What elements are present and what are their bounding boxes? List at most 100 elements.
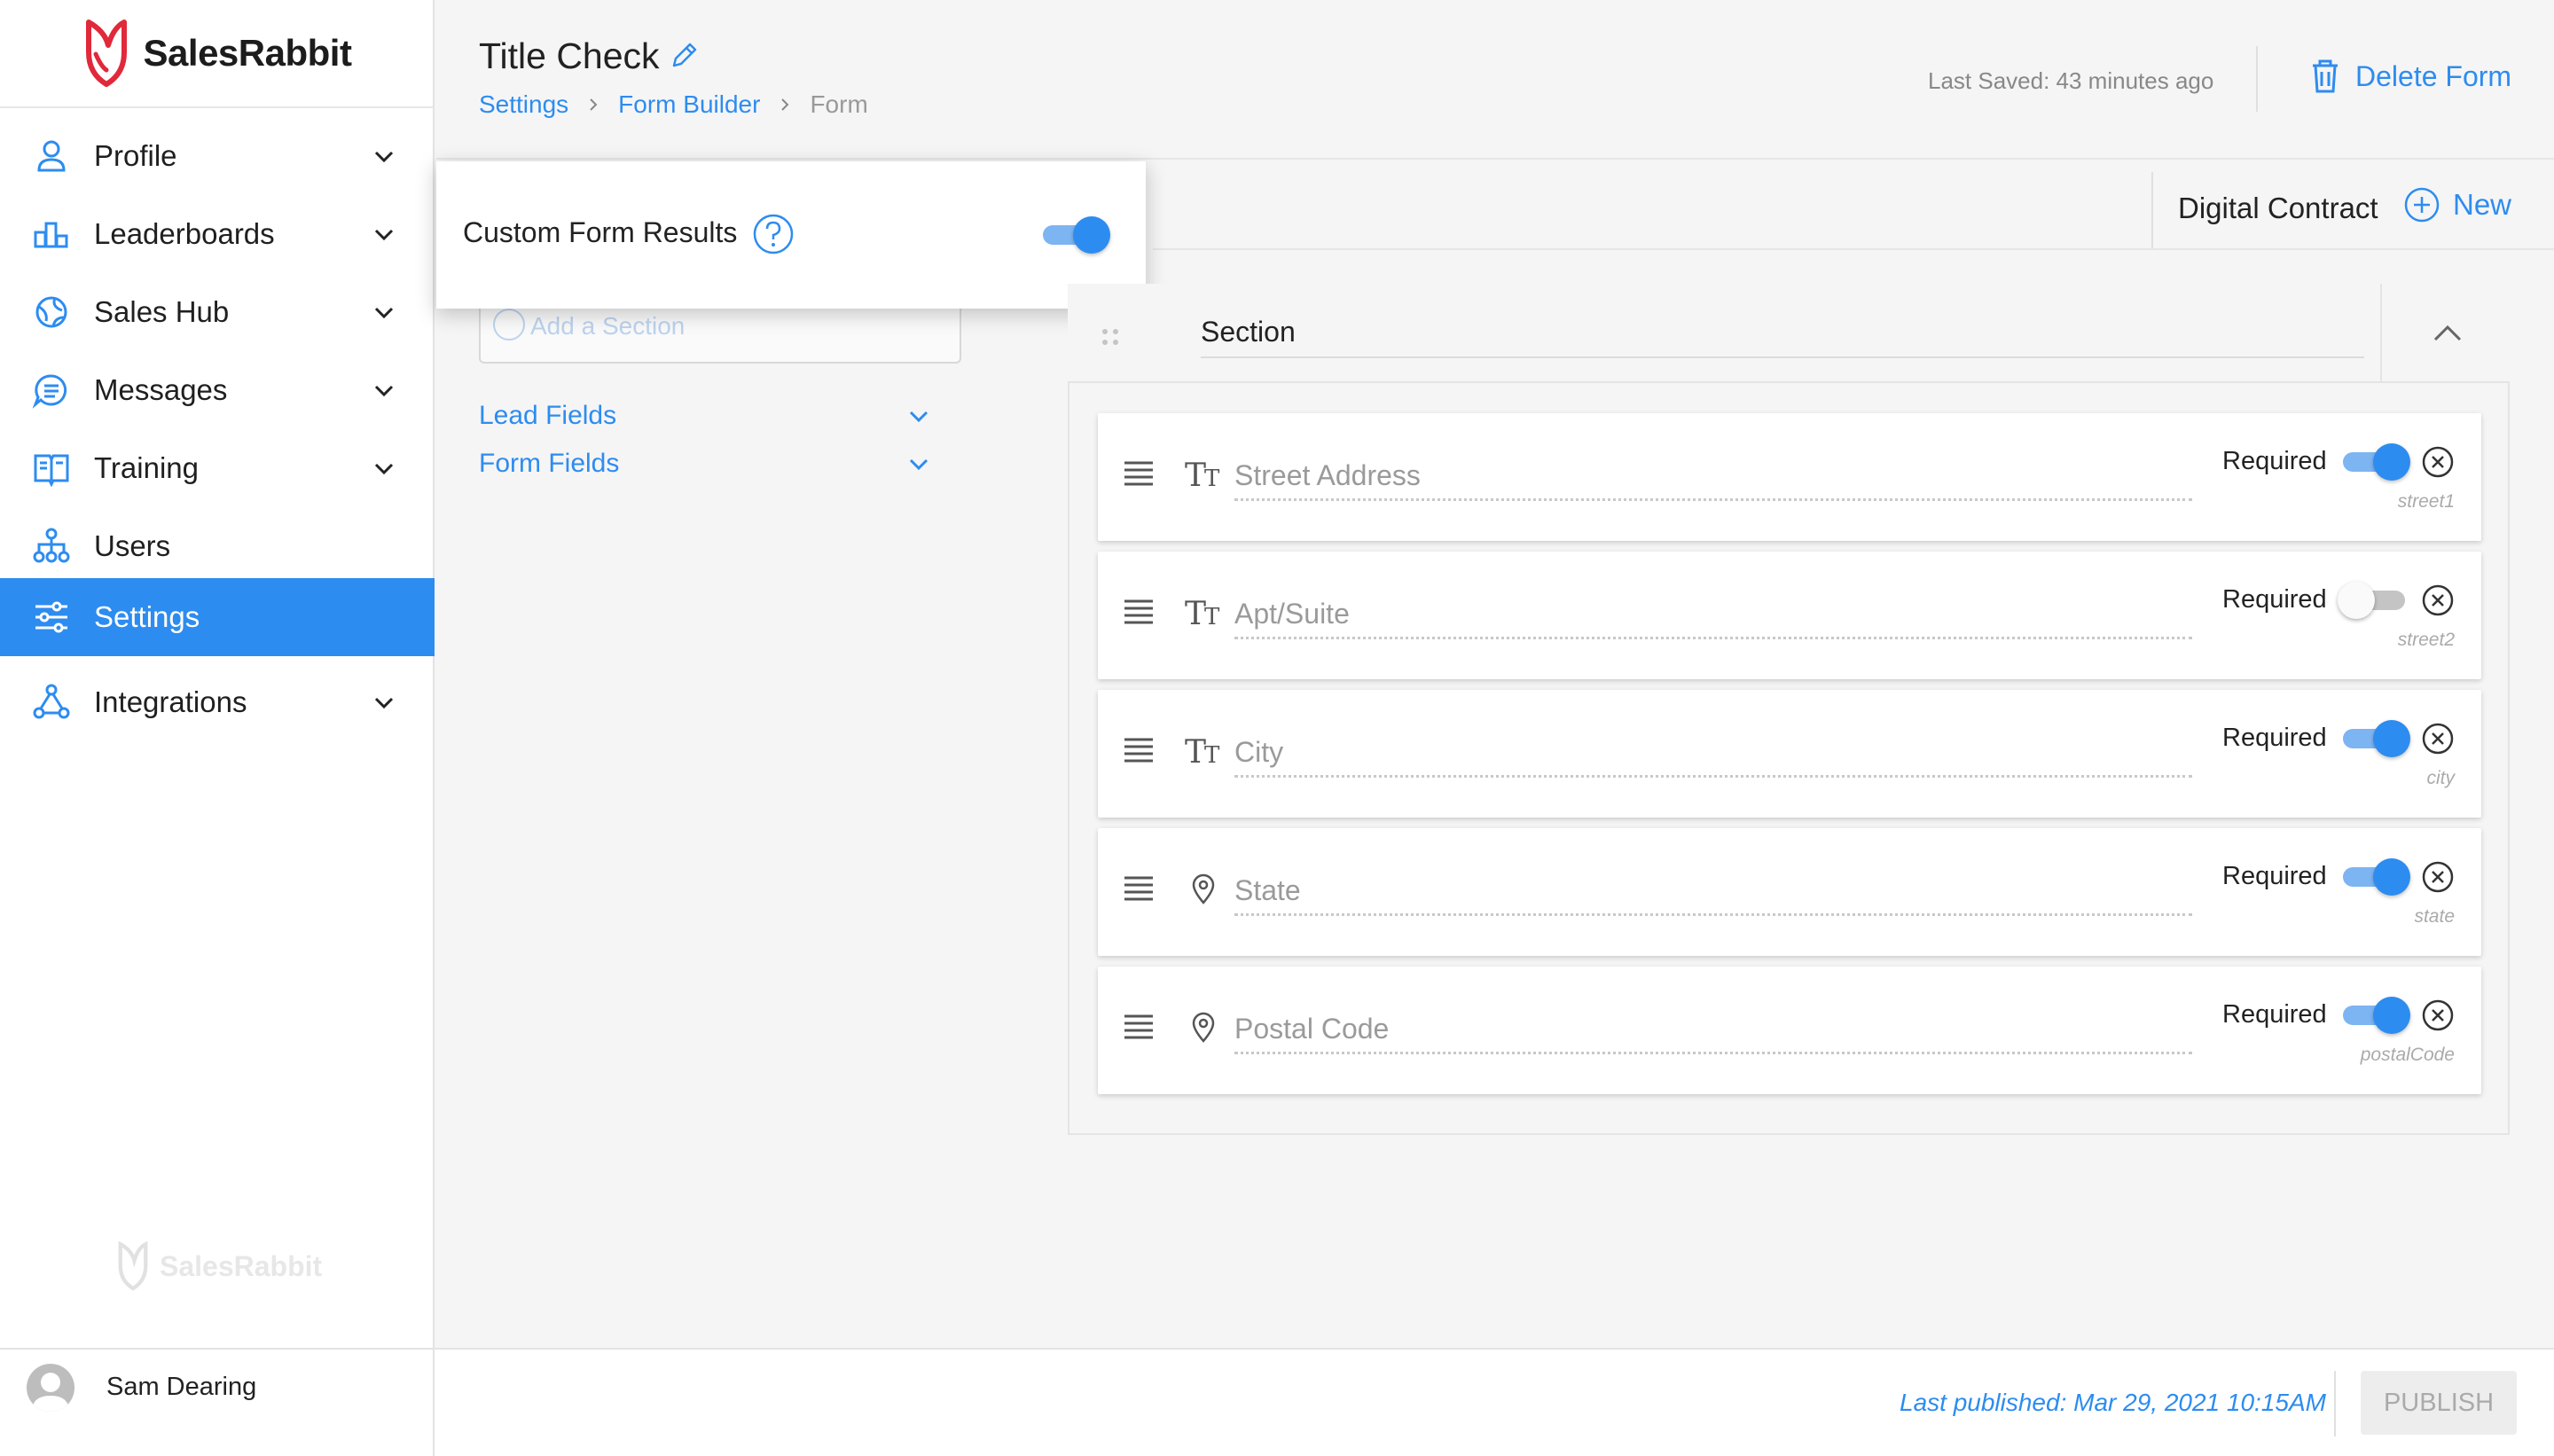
field-label[interactable]: Apt/Suite — [1234, 598, 1350, 630]
custom-form-results-label: Custom Form Results — [463, 216, 738, 248]
chevron-down-icon[interactable] — [371, 222, 397, 248]
location-pin-icon — [1192, 873, 1215, 904]
required-label: Required — [2222, 862, 2327, 890]
chevron-down-icon[interactable] — [371, 378, 397, 404]
field-key: postalCode — [2360, 1045, 2455, 1065]
field-card[interactable]: State Required state — [1098, 828, 2481, 956]
divider — [2334, 1371, 2336, 1436]
sidebar-item-users[interactable]: Users — [0, 507, 435, 585]
sidebar-item-training[interactable]: Training — [0, 429, 435, 507]
remove-circle-icon[interactable] — [2421, 860, 2455, 894]
drag-handle-icon[interactable] — [1123, 1013, 1155, 1039]
sidebar-item-integrations[interactable]: Integrations — [0, 663, 435, 741]
sidebar-item-sales-hub[interactable]: Sales Hub — [0, 273, 435, 351]
field-underline — [1234, 913, 2192, 916]
logo-text: SalesRabbit — [143, 32, 352, 74]
required-toggle[interactable] — [2343, 720, 2410, 757]
chevron-up-icon[interactable] — [2430, 316, 2465, 351]
toggle-knob — [2373, 720, 2410, 757]
globe-icon — [35, 296, 67, 328]
person-icon — [37, 140, 66, 172]
lead-fields-group[interactable]: Lead Fields — [479, 401, 931, 431]
drag-handle-icon[interactable] — [1123, 874, 1155, 901]
section-header: Section — [1068, 284, 2510, 383]
publish-button[interactable]: PUBLISH — [2361, 1371, 2517, 1435]
field-key: street1 — [2397, 491, 2455, 512]
drag-handle-icon[interactable] — [1123, 598, 1155, 624]
logo[interactable]: SalesRabbit — [0, 0, 433, 108]
rabbit-logo-icon — [118, 1241, 148, 1291]
remove-circle-icon[interactable] — [2421, 583, 2455, 617]
required-label: Required — [2222, 585, 2327, 614]
divider — [2151, 172, 2153, 248]
chevron-down-icon[interactable] — [371, 300, 397, 326]
breadcrumb: Settings Form Builder Form — [479, 90, 868, 119]
required-toggle[interactable] — [2343, 858, 2410, 896]
help-question-icon[interactable] — [752, 213, 795, 255]
remove-circle-icon[interactable] — [2421, 722, 2455, 755]
sidebar-item-messages[interactable]: Messages — [0, 351, 435, 429]
drag-handle-icon[interactable] — [1123, 459, 1155, 486]
chevron-right-icon — [781, 98, 789, 111]
sidebar: SalesRabbit Profile Leaderboards Sales H… — [0, 0, 435, 1348]
chevron-down-icon[interactable] — [371, 690, 397, 716]
remove-circle-icon[interactable] — [2421, 998, 2455, 1032]
toggle-knob — [2338, 582, 2375, 619]
field-key: city — [2426, 768, 2456, 788]
field-underline — [1234, 775, 2192, 778]
pencil-edit-icon[interactable] — [669, 41, 699, 71]
chevron-down-icon[interactable] — [371, 144, 397, 170]
sidebar-item-settings[interactable]: Settings — [0, 578, 435, 656]
sidebar-item-label: Profile — [94, 139, 177, 172]
section-title[interactable]: Section — [1201, 316, 1296, 348]
user-area[interactable]: Sam Dearing — [0, 1350, 435, 1456]
required-toggle[interactable] — [2343, 443, 2410, 481]
chevron-down-icon — [909, 458, 928, 471]
contract-tab[interactable]: Digital Contract — [2178, 192, 2378, 225]
field-label[interactable]: State — [1234, 874, 1301, 907]
org-chart-icon — [33, 528, 70, 563]
delete-form-button[interactable]: Delete Form — [2309, 59, 2511, 94]
breadcrumb-settings[interactable]: Settings — [479, 90, 568, 119]
text-type-icon: TT — [1185, 596, 1219, 632]
book-icon — [34, 454, 69, 488]
field-key: state — [2414, 906, 2455, 927]
leaderboard-icon — [34, 222, 68, 248]
field-card[interactable]: Postal Code Required postalCode — [1098, 967, 2481, 1094]
chat-icon — [32, 374, 67, 409]
required-toggle[interactable] — [2343, 997, 2410, 1034]
section-title-underline — [1201, 356, 2364, 358]
field-card[interactable]: TT Apt/Suite Required street2 — [1098, 552, 2481, 679]
new-contract-button[interactable]: New — [2403, 186, 2511, 223]
field-label[interactable]: City — [1234, 736, 1283, 769]
last-saved-status: Last Saved: 43 minutes ago — [1928, 67, 2214, 94]
avatar[interactable] — [27, 1364, 74, 1412]
text-type-icon: TT — [1185, 458, 1219, 494]
sidebar-item-leaderboards[interactable]: Leaderboards — [0, 195, 435, 273]
field-label[interactable]: Street Address — [1234, 459, 1421, 492]
sidebar-item-profile[interactable]: Profile — [0, 117, 435, 195]
required-toggle[interactable] — [2338, 582, 2409, 619]
delete-form-label: Delete Form — [2355, 59, 2512, 92]
page-title: Title Check — [479, 35, 660, 76]
custom-form-results-toggle[interactable] — [1043, 216, 1110, 254]
drag-handle-icon[interactable] — [1123, 736, 1155, 763]
field-card[interactable]: TT Street Address Required street1 — [1098, 413, 2481, 541]
watermark-logo: SalesRabbit — [115, 1241, 322, 1291]
new-contract-label: New — [2453, 188, 2512, 221]
drag-dots-icon[interactable] — [1100, 326, 1121, 348]
form-fields-group[interactable]: Form Fields — [479, 449, 931, 479]
sidebar-item-label: Integrations — [94, 685, 247, 718]
sidebar-item-label: Sales Hub — [94, 295, 230, 328]
breadcrumb-form-builder[interactable]: Form Builder — [618, 90, 760, 119]
plus-circle-icon — [2404, 187, 2440, 223]
page-header: Title Check Settings Form Builder Form L… — [436, 0, 2554, 160]
remove-circle-icon[interactable] — [2421, 445, 2455, 479]
divider — [2256, 46, 2258, 112]
field-card[interactable]: TT City Required city — [1098, 690, 2481, 818]
chevron-down-icon — [909, 411, 928, 423]
field-label[interactable]: Postal Code — [1234, 1013, 1389, 1045]
field-key: street2 — [2397, 630, 2455, 650]
chevron-down-icon[interactable] — [371, 456, 397, 482]
user-avatar-icon — [32, 1373, 69, 1412]
